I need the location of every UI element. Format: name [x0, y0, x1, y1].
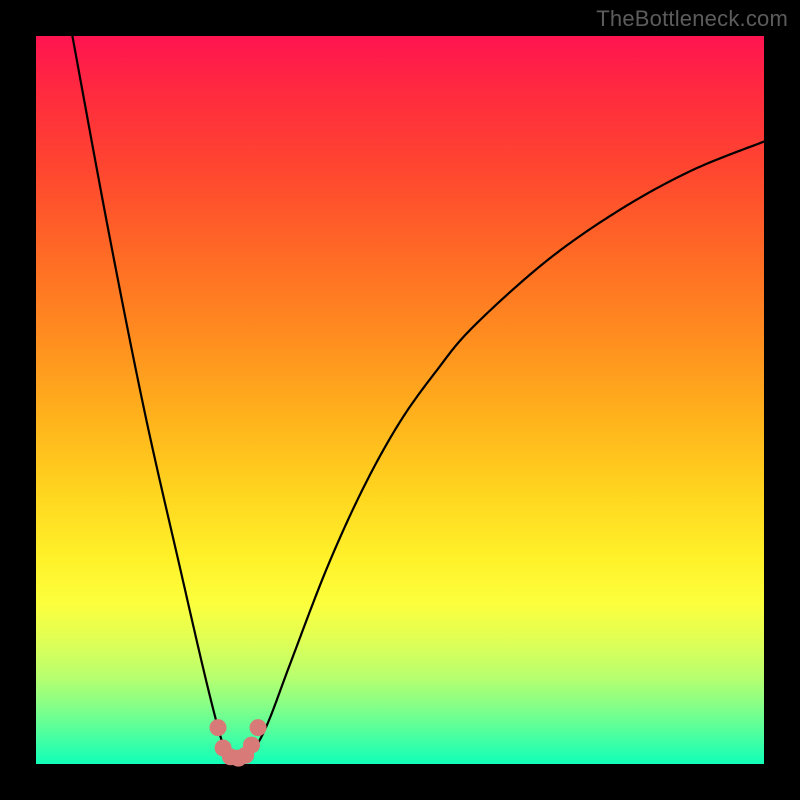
chart-frame: TheBottleneck.com [0, 0, 800, 800]
curve-marker [210, 719, 227, 736]
curve-marker [243, 737, 260, 754]
curve-markers [210, 719, 267, 767]
watermark-text: TheBottleneck.com [596, 6, 788, 32]
curve-layer [0, 0, 800, 800]
bottleneck-curve [72, 36, 764, 758]
curve-marker [250, 719, 267, 736]
